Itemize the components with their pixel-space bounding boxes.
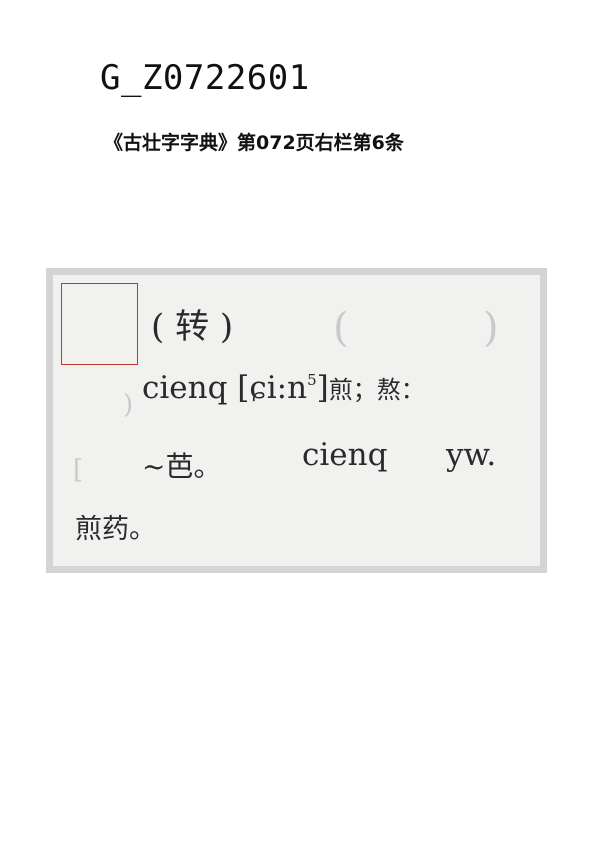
example-romanization-1: cienq bbox=[302, 437, 387, 473]
ipa-close-bracket: ] bbox=[317, 370, 329, 406]
source-citation: 《古壮字字典》第072页右栏第6条 bbox=[104, 128, 404, 155]
ipa-open-bracket: [ bbox=[237, 370, 249, 406]
ipa-transcription: ɕi:n bbox=[249, 370, 307, 406]
bleed-through-mark: ( bbox=[333, 305, 349, 351]
headword-box: 𨗶 bbox=[61, 283, 138, 365]
record-code: G_Z0722601 bbox=[100, 58, 310, 98]
example-phrase: ~芭。 bbox=[142, 445, 221, 485]
variant-note: ( 转 ) bbox=[151, 299, 233, 348]
example-translation: 煎药。 bbox=[75, 507, 156, 546]
bleed-through-mark: ) bbox=[483, 305, 499, 351]
pronunciation-line: cienq [ɕi:n5]煎；熬： bbox=[142, 370, 425, 406]
romanization: cienq bbox=[142, 370, 227, 406]
gloss: 煎；熬： bbox=[329, 376, 425, 404]
bleed-through-mark: ) bbox=[123, 390, 133, 420]
example-romanization-2: yw. bbox=[446, 437, 496, 473]
dictionary-scan: ( ) ) [ 𨗶 ( 转 ) cienq [ɕi:n5]煎；熬： ~芭。 ci… bbox=[46, 268, 547, 573]
tone-number: 5 bbox=[307, 371, 317, 389]
bleed-through-mark: [ bbox=[73, 455, 83, 485]
scan-page: ( ) ) [ 𨗶 ( 转 ) cienq [ɕi:n5]煎；熬： ~芭。 ci… bbox=[53, 275, 540, 566]
